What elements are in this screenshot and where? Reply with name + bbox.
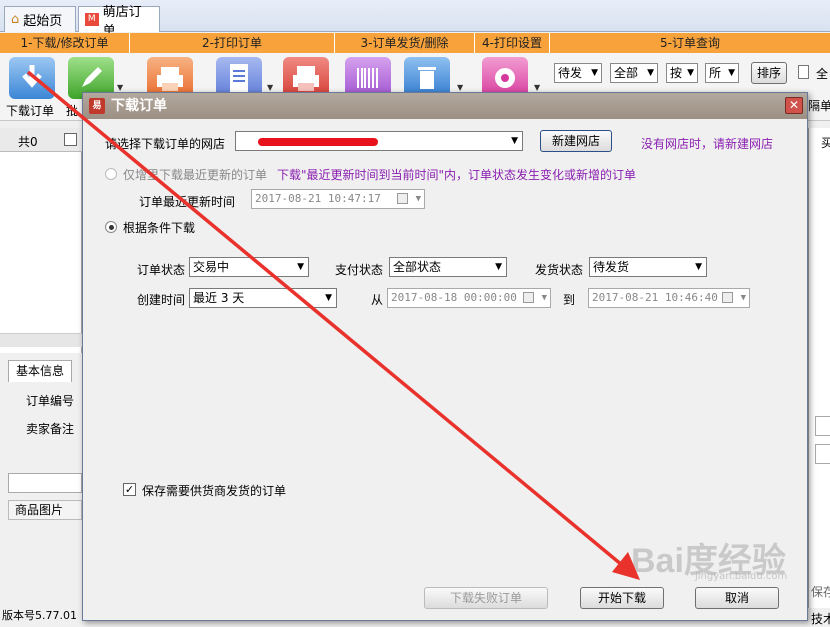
annotation-arrow-icon	[26, 70, 640, 580]
